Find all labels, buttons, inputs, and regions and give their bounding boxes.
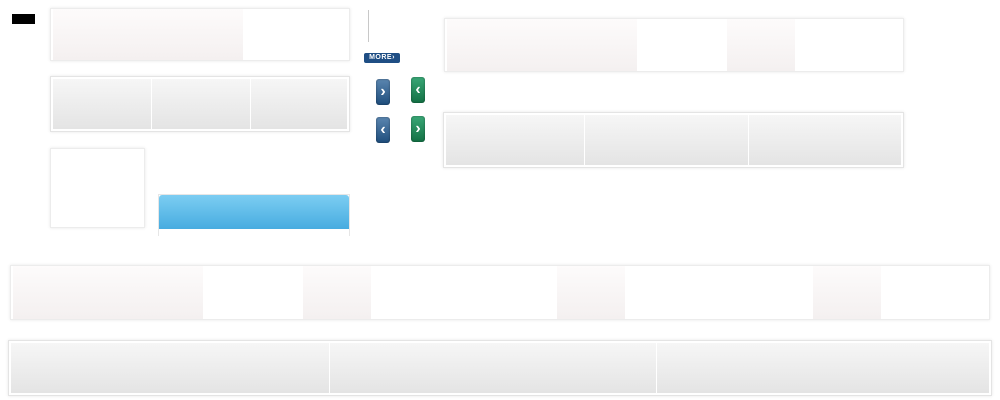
- blue-panel: [158, 194, 350, 236]
- tab-segment[interactable]: [625, 266, 813, 319]
- chevron-right-icon: ›: [392, 54, 395, 61]
- prev-arrow-green-button[interactable]: ‹: [411, 77, 425, 103]
- chevron-right-icon: ›: [415, 120, 421, 137]
- more-button[interactable]: MORE›: [364, 53, 400, 63]
- tab-segment[interactable]: [813, 266, 881, 319]
- tab-segment[interactable]: [637, 19, 727, 71]
- tab-segment[interactable]: [727, 19, 795, 71]
- next-arrow-green-button[interactable]: ›: [411, 116, 425, 142]
- nav-cell[interactable]: [446, 115, 585, 165]
- next-arrow-blue-button[interactable]: ›: [376, 79, 390, 105]
- tab-strip-wide: [10, 265, 990, 320]
- tab-segment[interactable]: [881, 266, 989, 319]
- tab-segment-active[interactable]: [13, 266, 203, 319]
- tab-segment[interactable]: [243, 9, 349, 60]
- nav-cell[interactable]: [657, 343, 990, 393]
- tab-segment[interactable]: [203, 266, 303, 319]
- prev-arrow-blue-button[interactable]: ‹: [376, 117, 390, 143]
- nav-cell[interactable]: [749, 115, 902, 165]
- tab-strip-top-right: [444, 18, 904, 72]
- tab-segment[interactable]: [303, 266, 371, 319]
- nav-cell[interactable]: [585, 115, 749, 165]
- tab-segment[interactable]: [557, 266, 625, 319]
- tab-segment-active[interactable]: [53, 9, 243, 60]
- chevron-right-icon: ›: [380, 83, 386, 100]
- tab-strip-top-left: [50, 8, 350, 61]
- nav-cell[interactable]: [11, 343, 330, 393]
- nav-cell[interactable]: [251, 79, 348, 129]
- tab-segment[interactable]: [371, 266, 557, 319]
- dark-badge: [12, 14, 35, 24]
- more-label: MORE: [369, 54, 393, 61]
- nav-cell[interactable]: [53, 79, 152, 129]
- chevron-left-icon: ‹: [415, 81, 421, 98]
- nav-cell[interactable]: [152, 79, 251, 129]
- thumbnail-box: [50, 148, 145, 228]
- chevron-left-icon: ‹: [380, 121, 386, 138]
- nav-bar-left: [50, 76, 350, 132]
- nav-cell[interactable]: [330, 343, 657, 393]
- blue-panel-header: [159, 195, 349, 229]
- vertical-divider: [368, 10, 369, 42]
- tab-segment[interactable]: [795, 19, 903, 71]
- nav-bar-right: [443, 112, 904, 168]
- nav-bar-wide: [8, 340, 992, 396]
- tab-segment-active[interactable]: [447, 19, 637, 71]
